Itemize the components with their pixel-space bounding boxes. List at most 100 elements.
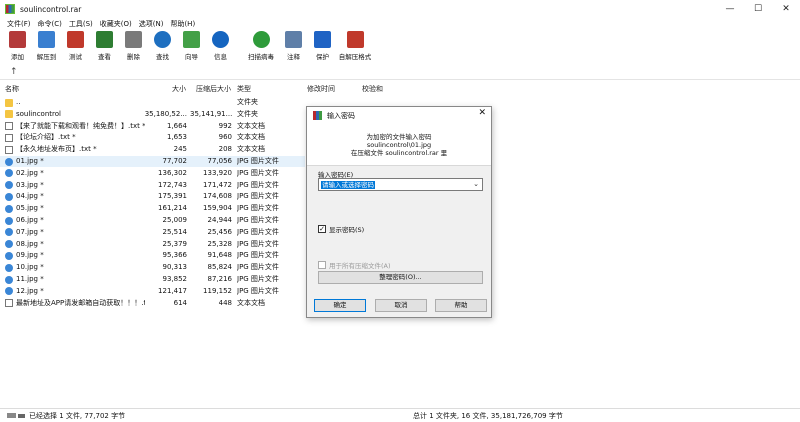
file-type-cell: 文本文档 (237, 145, 265, 154)
file-name-cell: 【来了就能下载和观看！纯免费！】.txt * (5, 121, 145, 132)
dialog-title-bar: 输入密码 ✕ (307, 107, 491, 124)
file-name-cell: 08.jpg * (5, 239, 145, 250)
table-row[interactable]: 01.jpg * 77,702 77,056 JPG 图片文件 (0, 156, 305, 167)
file-size-cell: 175,391 (158, 192, 187, 201)
table-row[interactable]: 【永久地址发布页】.txt * 245 208 文本文档 (0, 144, 305, 155)
file-type-cell: JPG 图片文件 (237, 216, 279, 224)
toolbar-button-5[interactable]: 查找 (151, 31, 174, 65)
file-name-cell: 01.jpg * (5, 156, 145, 167)
file-size-cell: 25,379 (162, 239, 188, 248)
file-size-cell: 136,302 (158, 168, 187, 177)
table-row[interactable]: 08.jpg * 25,379 25,328 JPG 图片文件 (0, 239, 305, 250)
address-bar: ↑ (0, 66, 800, 80)
file-name-cell: 06.jpg * (5, 215, 145, 226)
table-row[interactable]: 03.jpg * 172,743 171,472 JPG 图片文件 (0, 180, 305, 191)
file-type-cell: JPG 图片文件 (237, 227, 279, 236)
menu-favorites[interactable]: 收藏夹(O) (100, 19, 132, 29)
file-name: 01.jpg * (16, 157, 44, 165)
file-size-cell: 35,180,52... (144, 109, 187, 118)
close-button[interactable]: ✕ (772, 1, 800, 17)
toolbar-button-9[interactable]: 注释 (282, 31, 305, 65)
file-name-cell: 【永久地址发布页】.txt * (5, 144, 145, 155)
toolbar-button-4[interactable]: 删除 (122, 31, 145, 65)
minimize-button[interactable]: — (716, 1, 744, 17)
column-header-crc[interactable]: 校验和 (362, 84, 383, 95)
table-row[interactable]: 09.jpg * 95,366 91,648 JPG 图片文件 (0, 250, 305, 261)
table-row[interactable]: soulincontrol 35,180,52... 35,141,91... 文件夹 (0, 109, 305, 120)
file-packed-cell: 133,920 (203, 168, 232, 177)
comment-icon (285, 31, 302, 48)
table-row[interactable]: 【论坛介绍】.txt * 1,653 960 文本文档 (0, 132, 305, 143)
toolbar-button-7[interactable]: 信息 (209, 31, 232, 65)
table-row[interactable]: 06.jpg * 25,009 24,944 JPG 图片文件 (0, 215, 305, 226)
image-file-icon (5, 228, 13, 237)
up-arrow-icon[interactable]: ↑ (10, 67, 18, 77)
checkbox-box[interactable]: ✓ (318, 225, 326, 233)
table-row[interactable]: 02.jpg * 136,302 133,920 JPG 图片文件 (0, 168, 305, 179)
status-bar: 已经选择 1 文件, 77,702 字节 总计 1 文件夹, 16 文件, 35… (0, 408, 800, 422)
column-header-name[interactable]: 名称 (5, 84, 19, 95)
file-type-cell: JPG 图片文件 (237, 204, 279, 213)
toolbar-button-6[interactable]: 向导 (180, 31, 203, 65)
dialog-file-path: soulincontrol\01.jpg (366, 141, 432, 149)
dialog-close-button[interactable]: ✕ (478, 108, 486, 118)
file-packed-cell: 992 (218, 121, 232, 130)
table-row[interactable]: 11.jpg * 93,852 87,216 JPG 图片文件 (0, 274, 305, 285)
column-header-type[interactable]: 类型 (237, 84, 251, 95)
column-header-modified[interactable]: 修改时间 (307, 84, 335, 95)
use-for-all-checkbox[interactable]: 用于所有压缩文件(A) (318, 260, 391, 270)
table-row[interactable]: 04.jpg * 175,391 174,608 JPG 图片文件 (0, 191, 305, 202)
table-row[interactable]: 12.jpg * 121,417 119,152 JPG 图片文件 (0, 286, 305, 297)
toolbar-button-0[interactable]: 添加 (6, 31, 29, 65)
toolbar-button-1[interactable]: 解压到 (35, 31, 58, 65)
file-type-cell: JPG 图片文件 (237, 192, 279, 201)
toolbar-button-3[interactable]: 查看 (93, 31, 116, 65)
menu-help[interactable]: 帮助(H) (170, 19, 195, 29)
toolbar-button-8[interactable]: 扫描病毒 (246, 31, 276, 65)
toolbar-button-2[interactable]: 测试 (64, 31, 87, 65)
file-packed-cell: 208 (218, 145, 232, 154)
show-password-checkbox[interactable]: ✓ 显示密码(S) (318, 224, 364, 234)
password-combobox[interactable]: 请输入或选择密码 ⌄ (318, 178, 483, 191)
file-packed-cell: 171,472 (203, 180, 232, 189)
menu-options[interactable]: 选项(N) (139, 19, 164, 29)
menu-tools[interactable]: 工具(S) (69, 19, 93, 29)
dialog-archive-name: 在压缩文件 soulincontrol.rar 里 (350, 149, 448, 157)
toolbar-label: 解压到 (36, 53, 57, 61)
toolbar-label: 注释 (287, 53, 300, 61)
table-row[interactable]: 最新地址及APP请发邮箱自动获取！！！.t... 614 448 文本文档 (0, 298, 305, 309)
column-header-size[interactable]: 大小 (172, 84, 186, 95)
organize-passwords-button[interactable]: 整理密码(O)... (318, 271, 483, 284)
table-row[interactable]: 05.jpg * 161,214 159,904 JPG 图片文件 (0, 203, 305, 214)
ok-button[interactable]: 确定 (314, 299, 366, 312)
maximize-button[interactable]: ☐ (744, 1, 772, 17)
dialog-header: 为加密的文件输入密码 soulincontrol\01.jpg 在压缩文件 so… (307, 124, 491, 166)
menu-file[interactable]: 文件(F) (7, 19, 31, 29)
file-name: 09.jpg * (16, 251, 44, 260)
table-row[interactable]: 10.jpg * 90,313 85,824 JPG 图片文件 (0, 262, 305, 273)
cancel-button[interactable]: 取消 (375, 299, 427, 312)
toolbar-label: 保护 (316, 53, 329, 61)
toolbar-label: 查看 (98, 53, 111, 61)
file-name-cell: soulincontrol (5, 109, 145, 120)
wizard-wand-icon (183, 31, 200, 48)
key-icon (18, 413, 25, 418)
help-button[interactable]: 帮助 (435, 299, 487, 312)
menu-commands[interactable]: 命令(C) (38, 19, 62, 29)
toolbar-button-11[interactable]: 自解压格式 (339, 31, 371, 65)
toolbar-label: 查找 (156, 53, 169, 61)
image-file-icon (5, 157, 13, 166)
extract-folder-icon (38, 31, 55, 48)
toolbar-label: 信息 (214, 53, 227, 61)
image-file-icon (5, 251, 13, 260)
chevron-down-icon[interactable]: ⌄ (473, 180, 479, 188)
column-header-packed[interactable]: 压缩后大小 (196, 84, 231, 95)
toolbar-button-10[interactable]: 保护 (311, 31, 334, 65)
virus-scan-icon (252, 31, 270, 48)
table-row[interactable]: .. 文件夹 (0, 97, 305, 108)
file-type-cell: 文本文档 (237, 121, 265, 130)
table-row[interactable]: 07.jpg * 25,514 25,456 JPG 图片文件 (0, 227, 305, 238)
table-row[interactable]: 【来了就能下载和观看！纯免费！】.txt * 1,664 992 文本文档 (0, 121, 305, 132)
file-type-cell: JPG 图片文件 (237, 251, 279, 260)
checkbox-box-disabled[interactable] (318, 261, 326, 269)
